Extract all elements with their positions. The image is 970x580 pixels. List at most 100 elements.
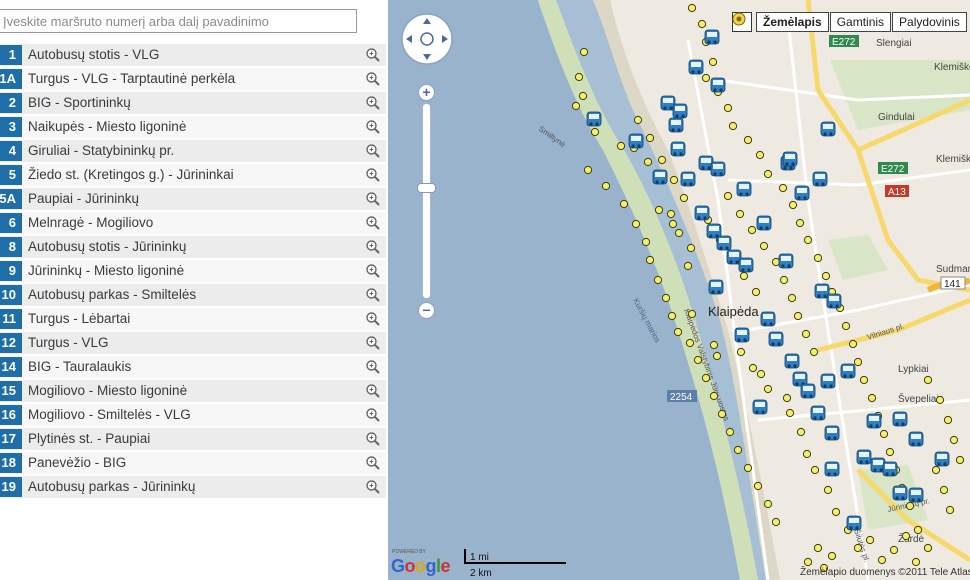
bus-stop-marker[interactable] <box>782 393 792 403</box>
zoom-to-route-icon[interactable] <box>365 119 381 135</box>
zoom-to-route-icon[interactable] <box>365 215 381 231</box>
zoom-slider-track[interactable] <box>422 103 431 299</box>
bus-stop-marker[interactable] <box>848 339 858 349</box>
bus-icon[interactable] <box>734 327 750 343</box>
bus-stop-marker[interactable] <box>911 557 921 567</box>
bus-stop-marker[interactable] <box>733 445 743 455</box>
bus-stop-marker[interactable] <box>685 338 695 348</box>
zoom-to-route-icon[interactable] <box>365 479 381 495</box>
zoom-to-route-icon[interactable] <box>365 167 381 183</box>
bus-icon[interactable] <box>680 171 696 187</box>
bus-stop-marker[interactable] <box>763 384 773 394</box>
bus-stop-marker[interactable] <box>571 101 581 111</box>
zoom-out-button[interactable]: − <box>418 302 435 319</box>
bus-stop-marker[interactable] <box>759 241 769 251</box>
bus-stop-marker[interactable] <box>801 329 811 339</box>
zoom-to-route-icon[interactable] <box>365 191 381 207</box>
bus-stop-marker[interactable] <box>889 545 899 555</box>
bus-stop-marker[interactable] <box>736 347 746 357</box>
bus-stop-marker[interactable] <box>753 481 763 491</box>
bus-icon[interactable] <box>716 235 732 251</box>
zoom-to-route-icon[interactable] <box>365 335 381 351</box>
bus-icon[interactable] <box>840 363 856 379</box>
zoom-to-route-icon[interactable] <box>365 95 381 111</box>
zoom-to-route-icon[interactable] <box>365 143 381 159</box>
bus-stop-marker[interactable] <box>763 499 773 509</box>
bus-stop-marker[interactable] <box>712 351 722 361</box>
bus-stop-marker[interactable] <box>827 551 837 561</box>
bus-stop-marker[interactable] <box>679 193 689 203</box>
route-row[interactable]: 4 Giruliai - Statybininkų pr. <box>0 140 386 162</box>
bus-icon[interactable] <box>672 103 688 119</box>
bus-stop-marker[interactable] <box>787 293 797 303</box>
bus-stop-marker[interactable] <box>673 327 683 337</box>
bus-icon[interactable] <box>820 373 836 389</box>
bus-stop-marker[interactable] <box>867 393 877 403</box>
bus-icon[interactable] <box>668 117 684 133</box>
bus-stop-marker[interactable] <box>743 135 753 145</box>
bus-stop-marker[interactable] <box>779 275 789 285</box>
bus-icon[interactable] <box>824 461 840 477</box>
bus-stop-marker[interactable] <box>654 205 664 215</box>
bus-stop-marker[interactable] <box>931 465 941 475</box>
zoom-to-route-icon[interactable] <box>365 407 381 423</box>
route-row[interactable]: 15 Mogiliovo - Miesto ligoninė <box>0 380 386 402</box>
bus-stop-marker[interactable] <box>578 91 588 101</box>
bus-icon[interactable] <box>820 121 836 137</box>
route-row[interactable]: 16 Mogiliovo - Smiltelės - VLG <box>0 404 386 426</box>
bus-icon[interactable] <box>824 425 840 441</box>
bus-stop-marker[interactable] <box>708 57 718 67</box>
bus-stop-marker[interactable] <box>949 435 959 445</box>
bus-icon[interactable] <box>752 399 768 415</box>
route-row[interactable]: 9 Jūrininkų - Miesto ligoninė <box>0 260 386 282</box>
bus-stop-marker[interactable] <box>645 255 655 265</box>
bus-stop-marker[interactable] <box>841 321 851 331</box>
bus-stop-marker[interactable] <box>574 72 584 82</box>
google-logo[interactable]: Google <box>391 555 451 577</box>
bus-icon[interactable] <box>782 151 798 167</box>
bus-stop-marker[interactable] <box>701 73 711 83</box>
bus-stop-marker[interactable] <box>709 340 719 350</box>
bus-icon[interactable] <box>688 59 704 75</box>
bus-stop-marker[interactable] <box>728 121 738 131</box>
bus-icon[interactable] <box>704 29 720 45</box>
bus-stop-marker[interactable] <box>853 357 863 367</box>
bus-stop-marker[interactable] <box>601 181 611 191</box>
bus-stop-marker[interactable] <box>877 555 887 565</box>
bus-icon[interactable] <box>710 161 726 177</box>
bus-stop-marker[interactable] <box>739 271 749 281</box>
bus-stop-marker[interactable] <box>631 219 641 229</box>
bus-stop-marker[interactable] <box>803 557 813 567</box>
route-row[interactable]: 12 Turgus - VLG <box>0 332 386 354</box>
bus-stop-marker[interactable] <box>823 485 833 495</box>
bus-stop-marker[interactable] <box>723 103 733 113</box>
zoom-to-route-icon[interactable] <box>365 359 381 375</box>
bus-icon[interactable] <box>800 383 816 399</box>
bus-icon[interactable] <box>784 353 800 369</box>
bus-stop-marker[interactable] <box>748 363 758 373</box>
bus-icon[interactable] <box>794 185 810 201</box>
bus-stop-marker[interactable] <box>810 465 820 475</box>
bus-stop-marker[interactable] <box>901 531 911 541</box>
bus-stop-marker[interactable] <box>859 375 869 385</box>
bus-stop-marker[interactable] <box>935 395 945 405</box>
bus-stop-marker[interactable] <box>590 127 600 137</box>
bus-stop-marker[interactable] <box>831 507 841 517</box>
bus-icon[interactable] <box>586 111 602 127</box>
bus-icon[interactable] <box>856 449 872 465</box>
route-row[interactable]: 6 Melnragė - Mogiliovo <box>0 212 386 234</box>
bus-stop-marker[interactable] <box>687 309 697 319</box>
bus-stop-marker[interactable] <box>735 209 745 219</box>
bus-icon[interactable] <box>768 331 784 347</box>
bus-stop-marker[interactable] <box>579 47 589 57</box>
route-row[interactable]: 19 Autobusų parkas - Jūrininkų <box>0 476 386 498</box>
route-row[interactable]: 5 Žiedo st. (Kretingos g.) - Jūrininkai <box>0 164 386 186</box>
route-row[interactable]: 1A Turgus - VLG - Tarptautinė perkėla <box>0 68 386 90</box>
maptype-button[interactable]: Palydovinis <box>892 12 967 32</box>
bus-stop-marker[interactable] <box>943 415 953 425</box>
bus-icon[interactable] <box>892 411 908 427</box>
bus-stop-marker[interactable] <box>756 369 766 379</box>
bus-icon[interactable] <box>628 133 644 149</box>
bus-stop-marker[interactable] <box>747 225 757 235</box>
route-row[interactable]: 14 BIG - Tauralaukis <box>0 356 386 378</box>
